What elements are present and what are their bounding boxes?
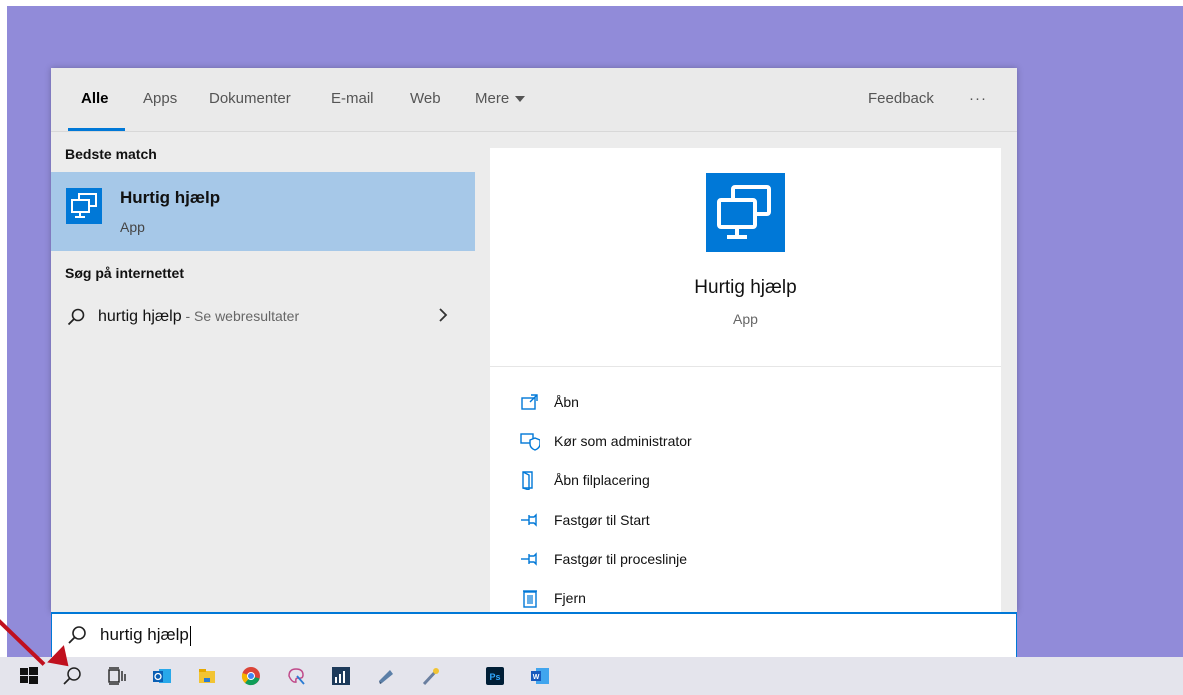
tab-documents[interactable]: Dokumenter (209, 90, 291, 107)
filter-tabs: Alle Apps Dokumenter E-mail Web Mere Fee… (51, 68, 1017, 132)
web-result-suffix: - Se webresultater (181, 308, 300, 324)
action-uninstall-label: Fjern (554, 590, 586, 606)
active-tab-indicator (68, 128, 125, 131)
tab-more-label: Mere (475, 90, 510, 107)
web-result-query: hurtig hjælp (98, 308, 182, 325)
search-icon (67, 308, 85, 331)
tab-email[interactable]: E-mail (331, 90, 374, 107)
run-as-admin-icon (520, 433, 540, 451)
svg-text:Ps: Ps (489, 672, 500, 682)
paint-icon[interactable] (286, 666, 306, 686)
open-icon (521, 394, 538, 410)
photoshop-icon[interactable]: Ps (485, 666, 505, 686)
action-open-label: Åbn (554, 394, 579, 410)
search-icon (67, 625, 87, 650)
action-run-as-admin-label: Kør som administrator (554, 433, 692, 449)
tab-all[interactable]: Alle (81, 90, 109, 107)
action-pin-to-taskbar-label: Fastgør til proceslinje (554, 551, 688, 567)
remote-desktop-icon (706, 173, 785, 252)
web-search-heading: Søg på internettet (65, 265, 185, 281)
word-icon[interactable]: W (530, 666, 550, 686)
preview-app-name: Hurtig hjælp (694, 277, 797, 298)
trash-icon (523, 590, 537, 608)
search-input-value: hurtig hjælp (100, 625, 191, 646)
stats-icon[interactable] (331, 666, 351, 686)
search-query: hurtig hjælp (100, 625, 189, 644)
caret-down-icon (515, 96, 526, 103)
taskbar: Ps W (0, 657, 1183, 695)
tab-web[interactable]: Web (410, 90, 441, 107)
best-match-item[interactable]: Hurtig hjælp App (51, 172, 475, 251)
app-icon[interactable] (376, 666, 396, 686)
chrome-icon[interactable] (241, 666, 261, 686)
divider (490, 366, 1001, 367)
results-list: Bedste match Hurtig hjælp App Søg på int… (51, 132, 475, 612)
file-location-icon (522, 471, 533, 490)
best-match-heading: Bedste match (65, 146, 157, 162)
search-input[interactable]: hurtig hjælp (51, 612, 1017, 658)
windows-start-icon[interactable] (19, 666, 39, 686)
action-open-file-location-label: Åbn filplacering (554, 472, 650, 488)
web-result-item[interactable]: hurtig hjælp - Se webresultater (51, 298, 475, 338)
outlook-icon[interactable] (152, 666, 172, 686)
pin-icon (521, 513, 537, 527)
more-options-button[interactable]: ··· (969, 90, 987, 107)
tab-more[interactable]: Mere (475, 90, 526, 107)
chevron-right-icon (437, 307, 449, 328)
text-cursor (189, 625, 191, 646)
task-view-icon[interactable] (107, 666, 127, 686)
web-result-text: hurtig hjælp - Se webresultater (98, 308, 299, 326)
file-explorer-icon[interactable] (197, 666, 217, 686)
preview-app-type: App (733, 311, 758, 327)
svg-text:W: W (533, 674, 540, 681)
remote-desktop-icon (66, 188, 102, 224)
pencil-app-icon[interactable] (421, 666, 441, 686)
tab-apps[interactable]: Apps (143, 90, 177, 107)
best-match-type: App (120, 219, 145, 235)
feedback-button[interactable]: Feedback (868, 90, 934, 107)
search-panel: Alle Apps Dokumenter E-mail Web Mere Fee… (51, 68, 1017, 612)
action-pin-to-start-label: Fastgør til Start (554, 512, 650, 528)
pin-icon (521, 552, 537, 566)
preview-pane: Hurtig hjælp App Åbn Kør som administrat… (490, 148, 1001, 612)
best-match-name: Hurtig hjælp (120, 188, 221, 207)
